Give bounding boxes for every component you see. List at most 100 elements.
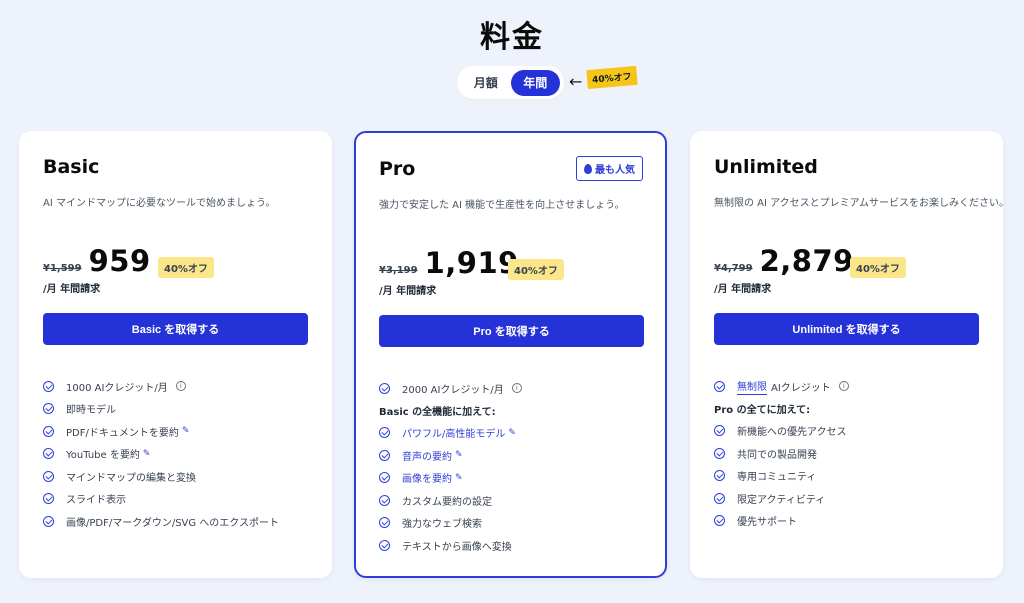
feature-label: PDF/ドキュメントを要約 (66, 427, 179, 439)
feature-label: 2000 AIクレジット/月 (402, 384, 504, 396)
discount-badge: 40%オフ (158, 257, 214, 278)
get-pro-button[interactable]: Pro を取得する (379, 315, 644, 347)
check-circle-icon (714, 492, 725, 504)
feature-label: 新機能への優先アクセス (737, 427, 847, 439)
price: 959 (88, 244, 151, 278)
check-circle-icon (714, 515, 725, 527)
check-circle-icon (714, 447, 725, 459)
billing-period: /月 年間請求 (43, 284, 101, 295)
plan-description: 無制限の AI アクセスとプレミアムサービスをお楽しみください。 (714, 198, 1009, 209)
sparkle-icon: ✎ (508, 427, 516, 438)
list-item[interactable]: パワフル/高性能モデル ✎ (379, 422, 644, 445)
price: 2,879 (759, 244, 854, 278)
info-icon[interactable]: i (175, 381, 186, 392)
sparkle-icon: ✎ (181, 426, 190, 437)
discount-tag: 40%オフ (586, 65, 638, 90)
feature-label: YouTube を要約 (66, 450, 140, 462)
check-circle-icon (43, 380, 54, 392)
list-item: 専用コミュニティ (714, 465, 979, 488)
feature-label: マインドマップの編集と変換 (66, 472, 196, 484)
feature-label: 1000 AIクレジット/月 (66, 382, 168, 394)
billing-toggle[interactable]: 月額 年間 (457, 66, 564, 99)
list-item: 新機能への優先アクセス (714, 420, 979, 443)
feature-label: 専用コミュニティ (737, 472, 817, 484)
old-price: ¥3,199 (379, 265, 418, 276)
feature-label: AIクレジット (771, 382, 831, 394)
sparkle-icon: ✎ (455, 472, 463, 483)
check-circle-icon (43, 493, 54, 505)
list-item: YouTube を要約 ✎ (43, 443, 308, 466)
price-row: ¥3,199 1,919 (379, 246, 519, 280)
feature-label: 即時モデル (66, 405, 116, 417)
check-circle-icon (43, 403, 54, 415)
badge-label: 最も人気 (595, 165, 635, 176)
list-item: PDF/ドキュメントを要約 ✎ (43, 420, 308, 443)
arrow-left-icon: ← (569, 72, 583, 91)
feature-label: テキストから画像へ変換 (402, 541, 512, 553)
check-circle-icon (43, 425, 54, 437)
check-circle-icon (379, 517, 390, 529)
check-circle-icon (714, 425, 725, 437)
list-item[interactable]: 音声の要約 ✎ (379, 444, 644, 467)
plan-name: Unlimited (714, 156, 818, 178)
check-circle-icon (379, 449, 390, 461)
check-circle-icon (379, 472, 390, 484)
check-circle-icon (379, 539, 390, 551)
feature-label: 画像/PDF/マークダウン/SVG へのエクスポート (66, 517, 280, 529)
plan-description: AI マインドマップに必要なツールで始めましょう。 (43, 198, 276, 209)
get-basic-button[interactable]: Basic を取得する (43, 313, 308, 345)
info-icon[interactable]: i (838, 381, 849, 392)
billing-period: /月 年間請求 (379, 286, 437, 297)
list-item: 限定アクティビティ (714, 487, 979, 510)
sparkle-icon: ✎ (142, 448, 151, 459)
plan-description: 強力で安定した AI 機能で生産性を向上させましょう。 (379, 200, 625, 211)
list-item: 無制限 AIクレジット i (714, 375, 979, 398)
check-circle-icon (379, 494, 390, 506)
price-row: ¥4,799 2,879 (714, 244, 854, 278)
check-circle-icon (379, 427, 390, 439)
list-item[interactable]: 画像を要約 ✎ (379, 467, 644, 490)
toggle-yearly[interactable]: 年間 (510, 69, 560, 96)
feature-label: カスタム要約の設定 (402, 496, 492, 508)
list-item: 優先サポート (714, 510, 979, 533)
list-item: 即時モデル (43, 398, 308, 421)
feature-label: 共同での製品開発 (737, 449, 817, 461)
old-price: ¥4,799 (714, 263, 753, 274)
old-price: ¥1,599 (43, 263, 82, 274)
feature-label: 強力なウェブ検索 (402, 519, 482, 531)
feature-list: 1000 AIクレジット/月 i 即時モデル PDF/ドキュメントを要約 ✎ Y… (43, 375, 308, 533)
discount-badge: 40%オフ (508, 259, 564, 280)
section-heading: Basic の全機能に加えて: (379, 407, 496, 418)
list-item: 強力なウェブ検索 (379, 512, 644, 535)
plan-card-basic: Basic AI マインドマップに必要なツールで始めましょう。 ¥1,599 9… (19, 131, 332, 578)
list-item: カスタム要約の設定 (379, 489, 644, 512)
get-unlimited-button[interactable]: Unlimited を取得する (714, 313, 979, 345)
check-circle-icon (43, 515, 54, 527)
plan-name: Pro (379, 158, 416, 180)
price-row: ¥1,599 959 (43, 244, 151, 278)
list-item: スライド表示 (43, 488, 308, 511)
flame-icon (584, 163, 592, 174)
popular-badge: 最も人気 (576, 156, 643, 181)
feature-link[interactable]: 画像を要約 (402, 470, 452, 485)
list-item: マインドマップの編集と変換 (43, 465, 308, 488)
feature-link[interactable]: 音声の要約 (402, 448, 452, 463)
check-circle-icon (43, 448, 54, 460)
page-title: 料金 (480, 20, 544, 55)
toggle-monthly[interactable]: 月額 (461, 70, 511, 96)
section-heading: Pro の全てに加えて: (714, 405, 811, 416)
check-circle-icon (379, 382, 390, 394)
check-circle-icon (714, 470, 725, 482)
list-item: テキストから画像へ変換 (379, 534, 644, 557)
list-item: 共同での製品開発 (714, 442, 979, 465)
price: 1,919 (424, 246, 519, 280)
discount-badge: 40%オフ (850, 257, 906, 278)
sparkle-icon: ✎ (455, 450, 463, 461)
info-icon[interactable]: i (511, 383, 522, 394)
check-circle-icon (714, 380, 725, 392)
check-circle-icon (43, 470, 54, 482)
feature-label: スライド表示 (66, 495, 126, 507)
list-item: 2000 AIクレジット/月 i (379, 377, 644, 400)
feature-link[interactable]: パワフル/高性能モデル (402, 425, 505, 440)
plan-card-pro: Pro 最も人気 強力で安定した AI 機能で生産性を向上させましょう。 ¥3,… (354, 131, 667, 578)
